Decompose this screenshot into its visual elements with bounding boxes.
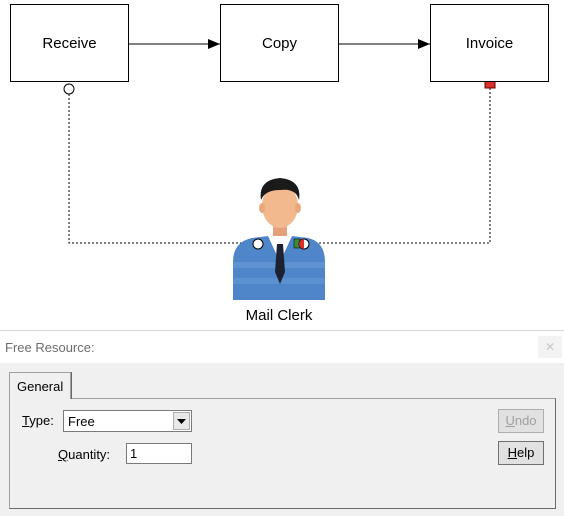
type-label: Type: xyxy=(22,413,54,428)
type-label-rest: ype: xyxy=(29,413,54,428)
activity-copy[interactable]: Copy xyxy=(220,4,339,82)
activity-copy-label: Copy xyxy=(261,34,298,52)
chevron-down-icon xyxy=(177,418,186,424)
resource-link-invoice[interactable] xyxy=(304,88,491,244)
quantity-label: Quantity: xyxy=(58,447,110,462)
resource-label: Mail Clerk xyxy=(245,307,313,324)
dialog-title: Free Resource: xyxy=(5,340,95,355)
free-resource-dialog: Free Resource: ✕ General Type: Free Quan… xyxy=(0,330,564,516)
undo-label-rest: ndo xyxy=(514,413,537,428)
close-icon: ✕ xyxy=(544,340,556,354)
tab-general[interactable]: General xyxy=(9,372,72,399)
activity-invoice[interactable]: Invoice xyxy=(430,4,549,82)
tab-general-label: General xyxy=(17,379,64,394)
activity-receive-label: Receive xyxy=(42,34,97,52)
dropdown-arrow-button[interactable] xyxy=(173,412,190,430)
type-select-value: Free xyxy=(68,414,95,429)
help-button[interactable]: Help xyxy=(498,441,544,465)
help-label-rest: elp xyxy=(517,445,535,460)
dialog-titlebar[interactable]: Free Resource: ✕ xyxy=(0,331,564,363)
type-select[interactable]: Free xyxy=(63,410,192,432)
quantity-label-rest: uantity: xyxy=(68,447,111,462)
general-tab-panel: Type: Free Quantity: 1 Undo Help xyxy=(9,398,556,509)
receive-port[interactable] xyxy=(63,83,75,95)
mail-clerk-icon[interactable] xyxy=(233,178,325,300)
quantity-label-mnemonic: Q xyxy=(58,447,69,462)
help-mnemonic: H xyxy=(507,445,518,460)
activity-receive[interactable]: Receive xyxy=(10,4,129,82)
undo-button[interactable]: Undo xyxy=(498,409,544,433)
undo-mnemonic: U xyxy=(505,413,515,428)
resource-link-receive[interactable] xyxy=(68,94,258,244)
activity-invoice-label: Invoice xyxy=(465,34,514,52)
quantity-input[interactable]: 1 xyxy=(126,443,192,464)
process-diagram: Receive Copy Invoice Mail Clerk xyxy=(0,0,564,330)
quantity-input-value: 1 xyxy=(130,446,138,461)
close-button[interactable]: ✕ xyxy=(538,336,562,358)
